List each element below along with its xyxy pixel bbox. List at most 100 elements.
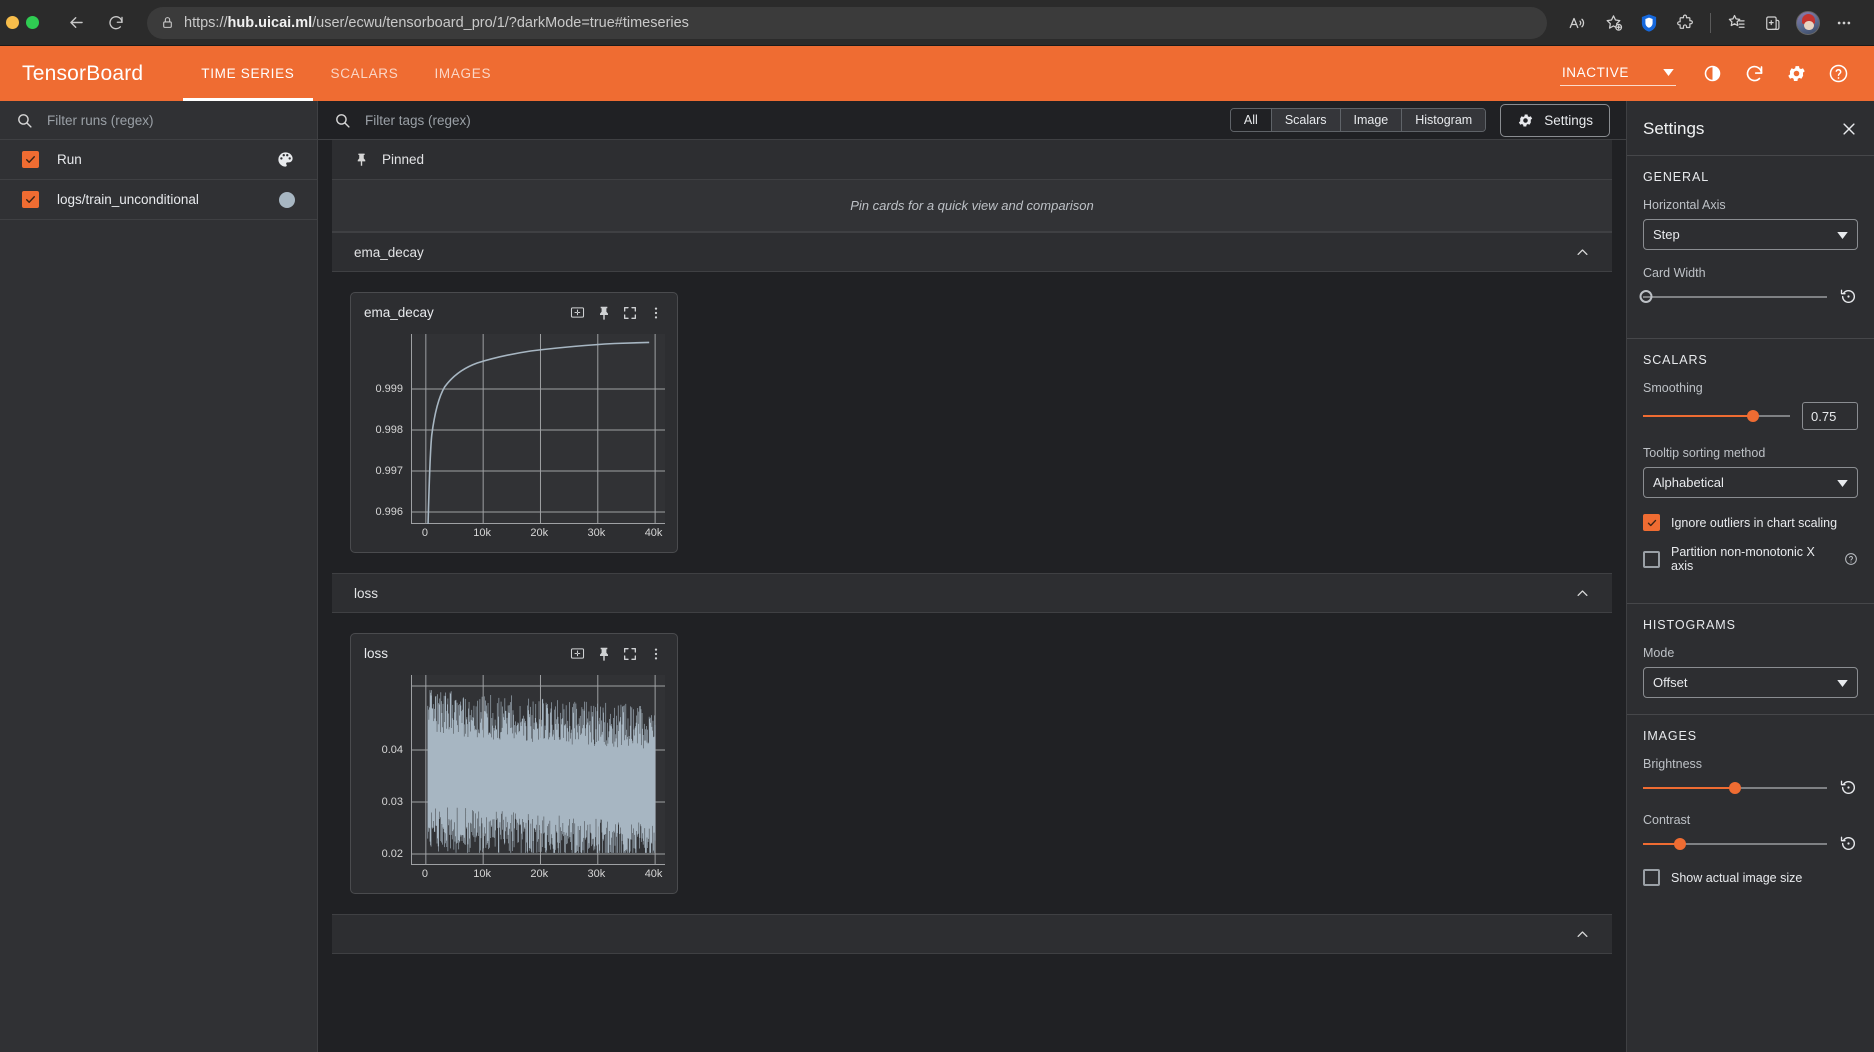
shield-extension-icon[interactable] bbox=[1633, 7, 1665, 39]
y-tick: 0.999 bbox=[375, 383, 403, 395]
run-list-item[interactable]: logs/train_unconditional bbox=[0, 180, 317, 220]
reload-status-select[interactable]: INACTIVE bbox=[1559, 62, 1676, 86]
partition-checkbox[interactable] bbox=[1643, 550, 1660, 568]
refresh-icon[interactable] bbox=[1736, 56, 1772, 92]
main-tabs: TIME SERIES SCALARS IMAGES bbox=[183, 46, 509, 101]
chevron-up-icon[interactable] bbox=[1575, 245, 1590, 260]
smoothing-input[interactable]: 0.75 bbox=[1802, 402, 1858, 430]
runs-select-all-row[interactable]: Run bbox=[0, 140, 317, 180]
chevron-up-icon[interactable] bbox=[1575, 586, 1590, 601]
lock-icon bbox=[161, 16, 174, 29]
card-actions bbox=[569, 304, 664, 321]
gear-icon[interactable] bbox=[1778, 56, 1814, 92]
runs-color-group[interactable] bbox=[276, 150, 295, 169]
pin-icon[interactable] bbox=[596, 305, 612, 321]
fit-domain-icon[interactable] bbox=[569, 304, 586, 321]
chevron-up-icon[interactable] bbox=[1575, 927, 1590, 942]
y-tick: 0.02 bbox=[381, 848, 403, 860]
reload-icon[interactable] bbox=[99, 6, 133, 40]
section-title: HISTOGRAMS bbox=[1643, 618, 1736, 632]
card-width-slider[interactable] bbox=[1639, 288, 1827, 306]
slider-knob[interactable] bbox=[1639, 289, 1653, 303]
split-screen-icon[interactable] bbox=[1756, 7, 1788, 39]
plot-canvas bbox=[411, 675, 665, 865]
extensions-puzzle-icon[interactable] bbox=[1669, 7, 1701, 39]
tag-filter-input[interactable]: Filter tags (regex) bbox=[365, 113, 471, 128]
profile-avatar[interactable] bbox=[1792, 7, 1824, 39]
fullscreen-icon[interactable] bbox=[622, 646, 638, 662]
brightness-slider[interactable] bbox=[1643, 779, 1827, 797]
settings-button[interactable]: Settings bbox=[1500, 103, 1610, 137]
run-color-swatch[interactable] bbox=[279, 191, 295, 208]
fit-domain-icon[interactable] bbox=[569, 645, 586, 662]
tab-images[interactable]: IMAGES bbox=[416, 46, 509, 101]
tooltip-sort-select[interactable]: Alphabetical bbox=[1643, 467, 1858, 498]
contrast-slider[interactable] bbox=[1643, 835, 1827, 853]
runs-filter-input[interactable]: Filter runs (regex) bbox=[47, 113, 154, 128]
brightness-icon[interactable] bbox=[1694, 56, 1730, 92]
address-bar[interactable]: https://hub.uicai.ml/user/ecwu/tensorboa… bbox=[147, 6, 1547, 39]
histogram-mode-select[interactable]: Offset bbox=[1643, 667, 1858, 698]
section-title: SCALARS bbox=[1643, 353, 1708, 367]
contrast-reset-icon[interactable] bbox=[1839, 834, 1858, 853]
group-name: ema_decay bbox=[354, 244, 424, 260]
palette-icon[interactable] bbox=[276, 150, 295, 169]
more-vertical-icon[interactable] bbox=[648, 646, 664, 662]
histogram-mode-value: Offset bbox=[1653, 675, 1688, 690]
brightness-label: Brightness bbox=[1643, 757, 1703, 771]
close-icon[interactable] bbox=[1840, 120, 1858, 138]
maximize-dot[interactable] bbox=[26, 16, 39, 29]
read-aloud-icon[interactable] bbox=[1561, 7, 1593, 39]
slider-knob[interactable] bbox=[1729, 781, 1741, 794]
contrast-row bbox=[1643, 834, 1858, 853]
card-width-reset-icon[interactable] bbox=[1839, 287, 1858, 306]
slider-knob[interactable] bbox=[1747, 410, 1760, 422]
plot-ema-decay[interactable]: 0.999 0.998 0.997 0.996 0 10k 20k 30k 40… bbox=[351, 328, 677, 552]
more-options-icon[interactable] bbox=[1828, 7, 1860, 39]
back-arrow-icon[interactable] bbox=[59, 6, 93, 40]
x-tick: 40k bbox=[644, 527, 663, 539]
partition-row[interactable]: Partition non-monotonic X axis bbox=[1643, 545, 1858, 573]
group-header-loss[interactable]: loss bbox=[332, 573, 1612, 613]
help-circle-icon[interactable] bbox=[1820, 56, 1856, 92]
x-tick: 0 bbox=[421, 868, 429, 880]
filter-all-button[interactable]: All bbox=[1230, 109, 1272, 131]
filter-scalars-button[interactable]: Scalars bbox=[1271, 109, 1341, 131]
minimize-dot[interactable] bbox=[6, 16, 19, 29]
filter-image-button[interactable]: Image bbox=[1340, 109, 1403, 131]
help-circle-icon[interactable] bbox=[1844, 552, 1858, 566]
brightness-reset-icon[interactable] bbox=[1839, 778, 1858, 797]
settings-section-scalars: SCALARS Smoothing 0.75 Tooltip sorting m… bbox=[1627, 338, 1874, 603]
slider-fill bbox=[1643, 786, 1735, 789]
fullscreen-icon[interactable] bbox=[622, 305, 638, 321]
ignore-outliers-row[interactable]: Ignore outliers in chart scaling bbox=[1643, 514, 1858, 531]
pinned-section-header[interactable]: Pinned bbox=[332, 140, 1612, 180]
slider-knob[interactable] bbox=[1673, 837, 1686, 850]
run-checkbox[interactable] bbox=[22, 191, 39, 208]
window-traffic-lights[interactable] bbox=[6, 16, 39, 29]
more-vertical-icon[interactable] bbox=[648, 305, 664, 321]
ignore-outliers-checkbox[interactable] bbox=[1643, 514, 1660, 531]
horizontal-axis-select[interactable]: Step bbox=[1643, 219, 1858, 250]
filter-histogram-button[interactable]: Histogram bbox=[1402, 109, 1486, 131]
collections-icon[interactable] bbox=[1720, 7, 1752, 39]
group-header-next[interactable] bbox=[332, 914, 1612, 954]
add-favorite-icon[interactable] bbox=[1597, 7, 1629, 39]
runs-select-all-checkbox[interactable] bbox=[22, 151, 39, 168]
plot-loss[interactable]: 0.04 0.03 0.02 0 10k 20k 30k 40k bbox=[351, 669, 677, 893]
cards-scroll-area[interactable]: Pinned Pin cards for a quick view and co… bbox=[318, 140, 1626, 1052]
chart-card-ema-decay[interactable]: ema_decay 0.999 0.998 0.997 0.996 0 10k … bbox=[350, 292, 678, 553]
group-header-ema-decay[interactable]: ema_decay bbox=[332, 232, 1612, 272]
tab-time-series[interactable]: TIME SERIES bbox=[183, 46, 313, 101]
chart-card-loss[interactable]: loss 0.04 0.03 0.02 0 10k 20k 30k 40k bbox=[350, 633, 678, 894]
series-noise bbox=[428, 690, 655, 853]
y-tick: 0.997 bbox=[375, 465, 403, 477]
tab-scalars[interactable]: SCALARS bbox=[313, 46, 417, 101]
pin-icon[interactable] bbox=[596, 646, 612, 662]
smoothing-slider[interactable] bbox=[1643, 407, 1790, 425]
actual-size-row[interactable]: Show actual image size bbox=[1643, 869, 1858, 886]
settings-section-histograms: HISTOGRAMS Mode Offset bbox=[1627, 603, 1874, 714]
actual-size-checkbox[interactable] bbox=[1643, 869, 1660, 886]
runs-filter-row[interactable]: Filter runs (regex) bbox=[0, 101, 317, 140]
app-logo: TensorBoard bbox=[22, 61, 144, 85]
